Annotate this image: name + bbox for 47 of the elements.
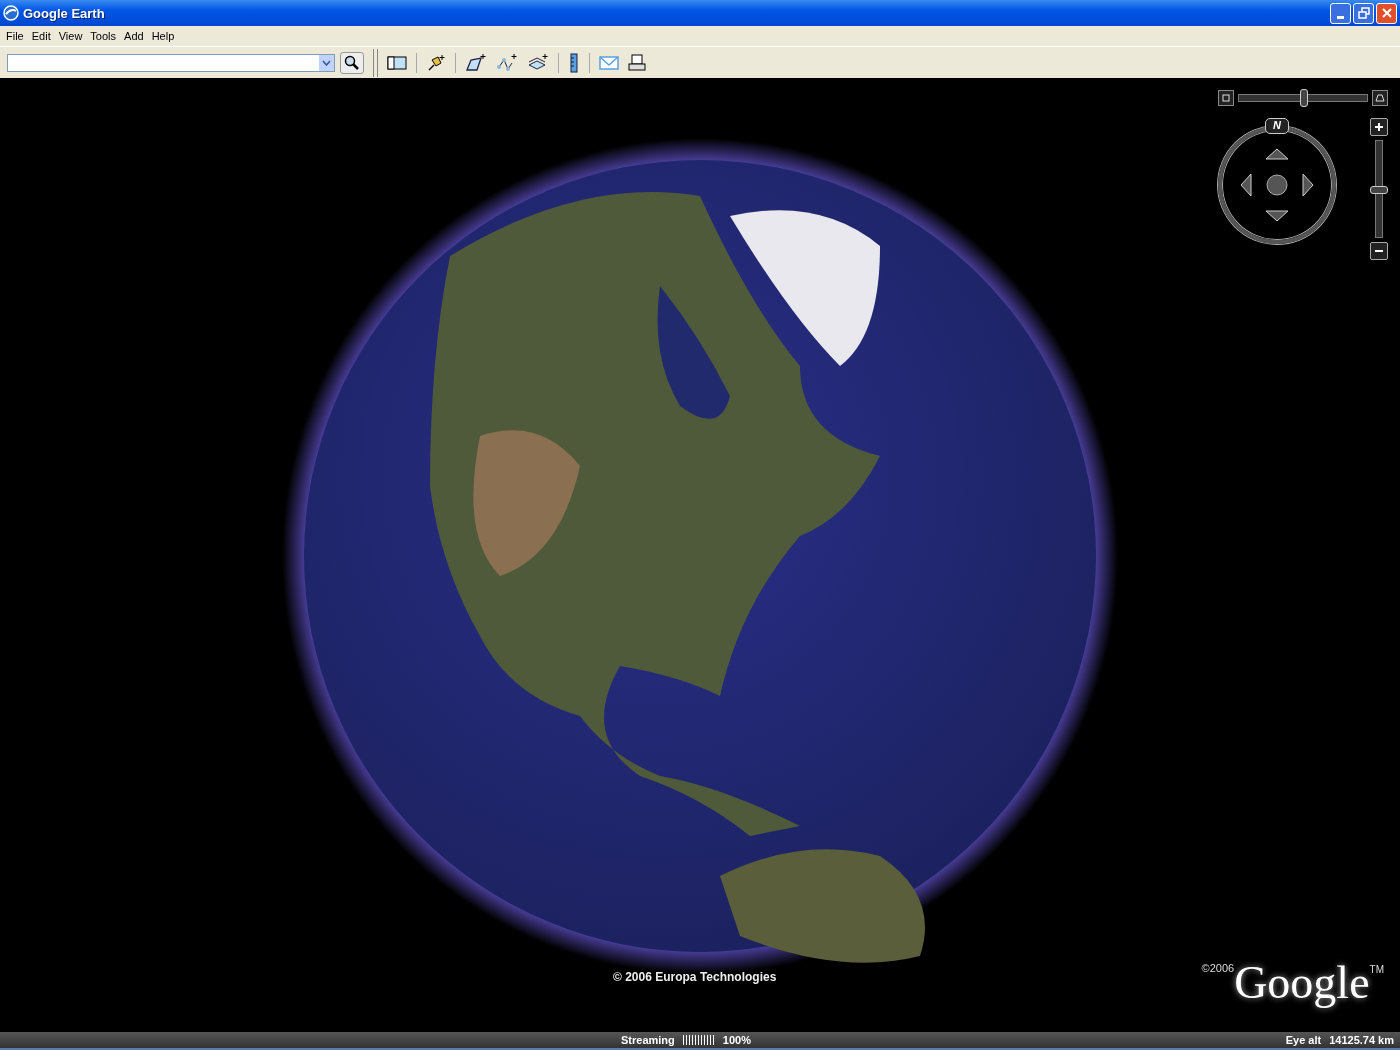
minimize-icon [1337,15,1344,19]
eye-altitude-value: 14125.74 km [1329,1034,1394,1046]
tilt-up-icon[interactable] [1372,90,1388,106]
close-icon [1380,7,1393,19]
menu-item[interactable]: Tools [86,30,121,42]
zoom-slider[interactable] [1370,186,1388,194]
streaming-label: Streaming [621,1034,675,1046]
left-arrow-icon[interactable] [1240,173,1252,197]
globe-icon [3,5,19,21]
email-icon[interactable] [599,54,619,71]
polygon-icon[interactable] [465,52,487,73]
ruler-icon[interactable] [568,52,580,73]
path-icon[interactable] [496,52,518,73]
restore-icon [1357,7,1370,19]
dropdown-icon[interactable] [319,54,334,71]
print-icon[interactable] [628,53,646,72]
up-arrow-icon[interactable] [1265,148,1289,160]
trademark-mark: TM [1369,964,1384,975]
north-label[interactable]: N [1265,118,1289,134]
down-arrow-icon[interactable] [1265,210,1289,222]
streaming-percent: 100% [722,1034,751,1046]
pushpin-icon[interactable] [426,52,446,73]
search-button[interactable] [340,51,364,74]
streaming-progress [682,1035,715,1045]
menu-item[interactable]: File [2,30,28,42]
minimize-button[interactable] [1330,2,1351,24]
menu-item[interactable]: View [54,30,87,42]
tilt-down-icon[interactable] [1218,90,1234,106]
close-button[interactable] [1376,2,1397,24]
zoom-out-button[interactable] [1370,242,1388,260]
right-arrow-icon[interactable] [1302,173,1314,197]
logo-year: ©2006 [1201,962,1235,974]
zoom-in-button[interactable] [1370,118,1388,136]
menu-item[interactable]: Help [147,30,179,42]
sidebar-icon[interactable] [387,54,407,71]
plus-icon [1374,122,1384,132]
eye-altitude-label: Eye alt [1285,1034,1322,1046]
menu-item[interactable]: Add [120,30,148,42]
tilt-slider[interactable] [1300,89,1308,107]
logo-text: Google [1234,956,1370,1009]
restore-button[interactable] [1353,2,1374,24]
menu-item[interactable]: Edit [27,30,55,42]
window-title: Google Earth [23,5,105,21]
joystick-icon[interactable] [1265,173,1289,197]
search-icon [344,54,360,71]
copyright-text: © 2006 Europa Technologies [613,970,777,984]
search-field[interactable] [7,53,335,72]
